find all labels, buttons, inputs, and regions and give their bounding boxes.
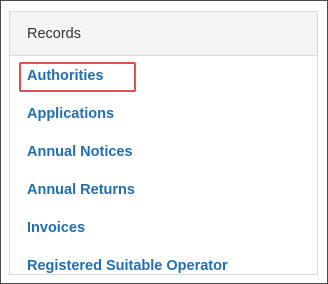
panel-header: Records xyxy=(10,12,317,56)
screenshot-frame: Records Authorities Applications Annual … xyxy=(0,0,328,284)
link-registered-suitable-operator[interactable]: Registered Suitable Operator xyxy=(27,258,228,274)
link-applications[interactable]: Applications xyxy=(27,106,114,122)
link-invoices[interactable]: Invoices xyxy=(27,220,85,236)
panel-title: Records xyxy=(27,25,81,42)
link-annual-notices[interactable]: Annual Notices xyxy=(27,144,133,160)
link-annual-returns[interactable]: Annual Returns xyxy=(27,182,135,198)
link-authorities[interactable]: Authorities xyxy=(19,62,136,92)
records-panel: Records Authorities Applications Annual … xyxy=(9,11,318,275)
